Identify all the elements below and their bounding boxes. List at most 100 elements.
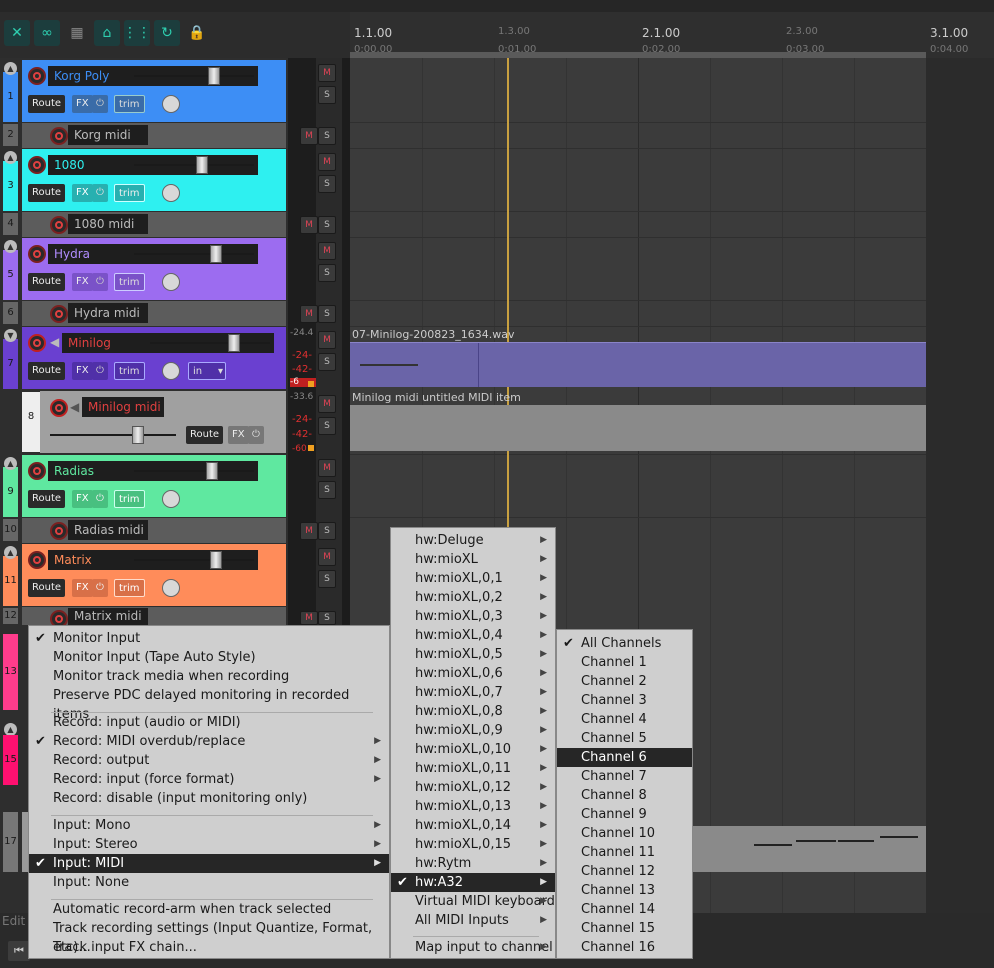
menu-item-channel-8[interactable]: Channel 8 xyxy=(557,786,692,805)
solo-button[interactable]: S xyxy=(318,216,336,234)
snap-grid-icon[interactable]: ⋮⋮ xyxy=(123,20,151,46)
fader-knob[interactable] xyxy=(228,334,240,352)
track-radias[interactable]: Radias Route FX ⏻ trim xyxy=(22,455,286,517)
midi-clip[interactable]: Minilog midi untitled MIDI item xyxy=(350,391,926,453)
menu-item-preserve-pdc-delayed-monitoring-in-recorded-items[interactable]: Preserve PDC delayed monitoring in recor… xyxy=(29,686,389,722)
solo-button[interactable]: S xyxy=(318,175,336,193)
track-number[interactable]: 12 xyxy=(3,608,18,624)
fader-knob[interactable] xyxy=(206,462,218,480)
trim-button[interactable]: trim xyxy=(114,362,145,380)
solo-button[interactable]: S xyxy=(318,481,336,499)
menu-item-hw-mioxl-0-10[interactable]: hw:mioXL,0,10 ▶ xyxy=(391,740,555,759)
mute-button[interactable]: M xyxy=(318,64,336,82)
record-arm-icon[interactable] xyxy=(28,551,46,569)
track-matrix[interactable]: Matrix Route FX ⏻ trim xyxy=(22,544,286,606)
record-arm-icon[interactable] xyxy=(28,245,46,263)
track-number[interactable]: 4 xyxy=(3,213,18,235)
mute-button[interactable]: M xyxy=(300,305,318,323)
mute-button[interactable]: M xyxy=(318,153,336,171)
mute-button[interactable]: M xyxy=(318,459,336,477)
menu-item-hw-mioxl-0-13[interactable]: hw:mioXL,0,13 ▶ xyxy=(391,797,555,816)
menu-item-channel-11[interactable]: Channel 11 xyxy=(557,843,692,862)
menu-item-hw-mioxl[interactable]: hw:mioXL ▶ xyxy=(391,550,555,569)
collapse-icon[interactable]: ▲ xyxy=(4,240,17,253)
mute-button[interactable]: M xyxy=(318,395,336,413)
track-number[interactable]: 7 xyxy=(3,339,18,389)
fx-button[interactable]: FX xyxy=(72,184,93,202)
route-button[interactable]: Route xyxy=(28,579,66,597)
track-name[interactable]: Korg midi xyxy=(68,125,148,145)
fx-bypass-icon[interactable]: ⏻ xyxy=(92,362,108,380)
menu-item-hw-mioxl-0-15[interactable]: hw:mioXL,0,15 ▶ xyxy=(391,835,555,854)
menu-item-hw-mioxl-0-3[interactable]: hw:mioXL,0,3 ▶ xyxy=(391,607,555,626)
fx-button[interactable]: FX xyxy=(72,579,93,597)
record-arm-icon[interactable] xyxy=(50,305,68,323)
fader-knob[interactable] xyxy=(208,67,220,85)
track-matrix-midi[interactable]: Matrix midi xyxy=(22,607,286,628)
track-number[interactable]: 15 xyxy=(3,735,18,785)
track-minilog[interactable]: ◀ Minilog Route FX ⏻ trim in ▾ xyxy=(22,327,286,389)
menu-item-channel-16[interactable]: Channel 16 xyxy=(557,938,692,957)
record-arm-icon[interactable] xyxy=(50,399,68,417)
fader-knob[interactable] xyxy=(196,156,208,174)
volume-fader[interactable] xyxy=(150,342,270,344)
menu-item-monitor-input[interactable]: ✔ Monitor Input xyxy=(29,629,389,648)
record-arm-icon[interactable] xyxy=(28,156,46,174)
solo-button[interactable]: S xyxy=(318,264,336,282)
track-number[interactable]: 9 xyxy=(3,467,18,517)
track-hydra-midi[interactable]: Hydra midi xyxy=(22,301,286,326)
track-hydra[interactable]: Hydra Route FX ⏻ trim xyxy=(22,238,286,300)
envelope-icon[interactable]: ⌂ xyxy=(94,20,120,46)
trim-button[interactable]: trim xyxy=(114,579,145,597)
mute-button[interactable]: M xyxy=(300,216,318,234)
menu-item-input-mono[interactable]: Input: Mono ▶ xyxy=(29,816,389,835)
solo-button[interactable]: S xyxy=(318,611,336,625)
menu-item-hw-mioxl-0-1[interactable]: hw:mioXL,0,1 ▶ xyxy=(391,569,555,588)
menu-item-hw-mioxl-0-7[interactable]: hw:mioXL,0,7 ▶ xyxy=(391,683,555,702)
menu-item-channel-7[interactable]: Channel 7 xyxy=(557,767,692,786)
menu-item-channel-12[interactable]: Channel 12 xyxy=(557,862,692,881)
volume-fader[interactable] xyxy=(134,253,254,255)
track-name[interactable]: Minilog midi xyxy=(82,397,164,417)
track-minilog-midi[interactable]: ◀ Minilog midi Route FX ⏻ xyxy=(40,391,286,453)
track-number[interactable]: 13 xyxy=(3,634,18,710)
fx-bypass-icon[interactable]: ⏻ xyxy=(248,426,264,444)
menu-item-record-input-force-format[interactable]: Record: input (force format) ▶ xyxy=(29,770,389,789)
expand-icon[interactable]: ▼ xyxy=(4,329,17,342)
go-to-start-icon[interactable]: ⏮ xyxy=(8,941,30,961)
track-name[interactable]: 1080 midi xyxy=(68,214,148,234)
track-korg-midi[interactable]: Korg midi xyxy=(22,123,286,148)
collapse-icon[interactable]: ▲ xyxy=(4,457,17,470)
input-select[interactable]: in ▾ xyxy=(188,362,226,380)
track-number[interactable]: 17 xyxy=(3,812,18,872)
route-button[interactable]: Route xyxy=(28,362,66,380)
menu-item-channel-5[interactable]: Channel 5 xyxy=(557,729,692,748)
menu-item-virtual-midi-keyboard[interactable]: Virtual MIDI keyboard ▶ xyxy=(391,892,555,911)
menu-item-monitor-input-tape-auto-style[interactable]: Monitor Input (Tape Auto Style) xyxy=(29,648,389,667)
track-1080-midi[interactable]: 1080 midi xyxy=(22,212,286,237)
menu-item-hw-mioxl-0-2[interactable]: hw:mioXL,0,2 ▶ xyxy=(391,588,555,607)
lock-icon[interactable]: 🔒 xyxy=(184,20,210,46)
audio-clip[interactable]: 07-Minilog-200823_1634.wav xyxy=(350,328,926,388)
timeline-ruler[interactable]: 1.1.00 0:00.00 1.3.00 0:01.00 2.1.00 0:0… xyxy=(350,12,994,58)
fx-bypass-icon[interactable]: ⏻ xyxy=(92,184,108,202)
trim-button[interactable]: trim xyxy=(114,184,145,202)
menu-item-map-input-to-channel[interactable]: Map input to channel ▶ xyxy=(391,938,555,957)
menu-item-track-input-fx-chain[interactable]: Track input FX chain... xyxy=(29,938,389,957)
route-button[interactable]: Route xyxy=(28,184,66,202)
menu-item-all-channels[interactable]: ✔ All Channels xyxy=(557,634,692,653)
track-korg-poly[interactable]: Korg Poly Route FX ⏻ trim xyxy=(22,60,286,122)
volume-fader[interactable] xyxy=(134,559,254,561)
track-number[interactable]: 5 xyxy=(3,250,18,300)
fx-button[interactable]: FX xyxy=(72,273,93,291)
track-name[interactable]: Radias midi xyxy=(68,520,148,540)
menu-item-hw-mioxl-0-6[interactable]: hw:mioXL,0,6 ▶ xyxy=(391,664,555,683)
fx-button[interactable]: FX xyxy=(228,426,249,444)
track-number[interactable]: 8 xyxy=(22,392,40,452)
menu-item-hw-mioxl-0-4[interactable]: hw:mioXL,0,4 ▶ xyxy=(391,626,555,645)
solo-button[interactable]: S xyxy=(318,127,336,145)
track-1080[interactable]: 1080 Route FX ⏻ trim xyxy=(22,149,286,211)
menu-item-record-midi-overdub-replace[interactable]: ✔ Record: MIDI overdub/replace ▶ xyxy=(29,732,389,751)
menu-item-channel-13[interactable]: Channel 13 xyxy=(557,881,692,900)
solo-button[interactable]: S xyxy=(318,522,336,540)
